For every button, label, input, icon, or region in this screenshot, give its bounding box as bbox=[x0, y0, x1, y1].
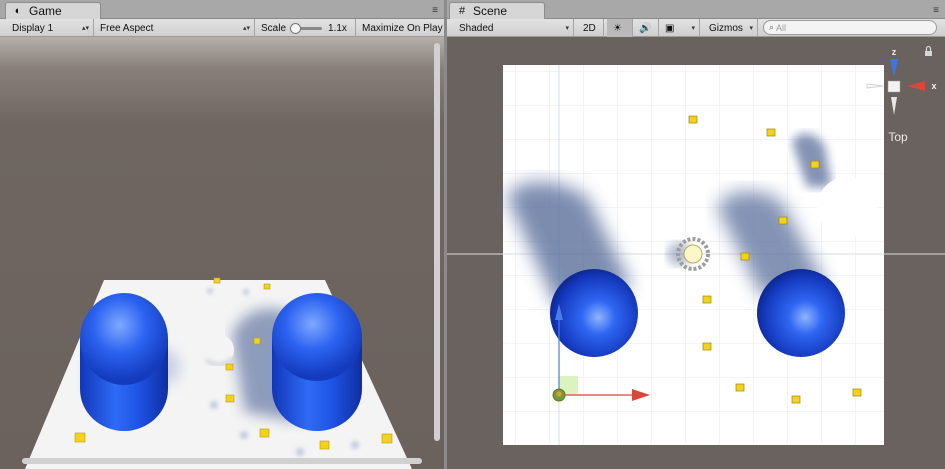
effects-dropdown[interactable]: ▣ ▾ bbox=[659, 19, 700, 37]
scene-view[interactable]: z x Top bbox=[447, 37, 945, 469]
scene-search-input[interactable]: ⌕ All bbox=[763, 20, 937, 35]
gizmos-dropdown[interactable]: Gizmos ▾ bbox=[703, 19, 758, 37]
tab-scene[interactable]: # Scene bbox=[449, 2, 545, 19]
game-panel: ◐ Game ≡ Display 1 ▴▾ Free Aspect ▴▾ Sca… bbox=[0, 0, 444, 469]
scale-value: 1.1x bbox=[328, 22, 347, 34]
scale-slider[interactable] bbox=[290, 22, 323, 34]
chevron-down-icon: ▾ bbox=[749, 25, 753, 32]
left-capsule bbox=[80, 293, 168, 431]
game-view[interactable] bbox=[0, 37, 444, 469]
tab-game-label: Game bbox=[29, 4, 62, 18]
toggle-2d-button[interactable]: 2D bbox=[577, 19, 604, 37]
shading-mode-label: Shaded bbox=[459, 22, 494, 34]
aspect-dropdown[interactable]: Free Aspect ▴▾ bbox=[94, 19, 255, 37]
gizmos-label: Gizmos bbox=[709, 22, 743, 34]
sun-icon: ☀ bbox=[613, 22, 622, 34]
scale-label: Scale bbox=[261, 22, 287, 34]
lighting-toggle[interactable]: ☀ bbox=[607, 19, 633, 37]
game-vertical-scrollbar[interactable] bbox=[434, 43, 440, 441]
view-orientation-label: Top bbox=[888, 130, 908, 144]
aspect-dropdown-label: Free Aspect bbox=[100, 22, 154, 34]
chevron-updown-icon: ▴▾ bbox=[242, 25, 250, 32]
speaker-icon: 🔊 bbox=[639, 22, 652, 34]
scene-search-placeholder: All bbox=[776, 22, 787, 33]
maximize-on-play-label: Maximize On Play bbox=[362, 22, 443, 34]
chevron-updown-icon: ▴▾ bbox=[81, 25, 89, 32]
left-sphere bbox=[550, 269, 638, 357]
right-capsule bbox=[272, 293, 362, 431]
scene-tabbar: # Scene ≡ bbox=[447, 0, 945, 19]
scene-grid-icon: # bbox=[458, 5, 466, 17]
scene-panel-menu-icon[interactable]: ≡ bbox=[929, 5, 943, 16]
chevron-down-icon: ▾ bbox=[691, 25, 695, 32]
tab-game[interactable]: ◐ Game bbox=[5, 2, 101, 19]
scale-control: Scale 1.1x bbox=[255, 19, 356, 37]
game-toolbar: Display 1 ▴▾ Free Aspect ▴▾ Scale 1.1x M… bbox=[0, 19, 444, 37]
display-dropdown-label: Display 1 bbox=[12, 22, 54, 34]
right-sphere bbox=[757, 269, 845, 357]
lock-icon[interactable] bbox=[925, 45, 932, 57]
white-sphere bbox=[817, 177, 877, 237]
shading-mode-dropdown[interactable]: Shaded ▾ bbox=[453, 19, 574, 37]
scene-panel: # Scene ≡ Shaded ▾ 2D ☀ 🔊 ▣ ▾ Gizmos ▾ ⌕… bbox=[447, 0, 945, 469]
audio-toggle[interactable]: 🔊 bbox=[633, 19, 659, 37]
scene-render: z x Top bbox=[447, 45, 945, 445]
game-controller-icon: ◐ bbox=[14, 5, 22, 17]
image-icon: ▣ bbox=[665, 22, 675, 34]
scene-toolbar: Shaded ▾ 2D ☀ 🔊 ▣ ▾ Gizmos ▾ ⌕ All bbox=[447, 19, 945, 37]
display-dropdown[interactable]: Display 1 ▴▾ bbox=[6, 19, 94, 37]
game-render bbox=[0, 37, 444, 469]
search-icon: ⌕ bbox=[769, 22, 775, 32]
game-panel-menu-icon[interactable]: ≡ bbox=[428, 5, 442, 16]
axis-z-label: z bbox=[892, 47, 897, 57]
toggle-2d-label: 2D bbox=[583, 22, 596, 34]
chevron-down-icon: ▾ bbox=[565, 25, 569, 32]
game-tabbar: ◐ Game ≡ bbox=[0, 0, 444, 19]
axis-x-label: x bbox=[931, 81, 936, 91]
scale-slider-thumb[interactable] bbox=[290, 22, 302, 34]
maximize-on-play-toggle[interactable]: Maximize On Play bbox=[356, 19, 444, 37]
tab-scene-label: Scene bbox=[473, 4, 508, 18]
game-horizontal-scrollbar[interactable] bbox=[22, 458, 422, 464]
